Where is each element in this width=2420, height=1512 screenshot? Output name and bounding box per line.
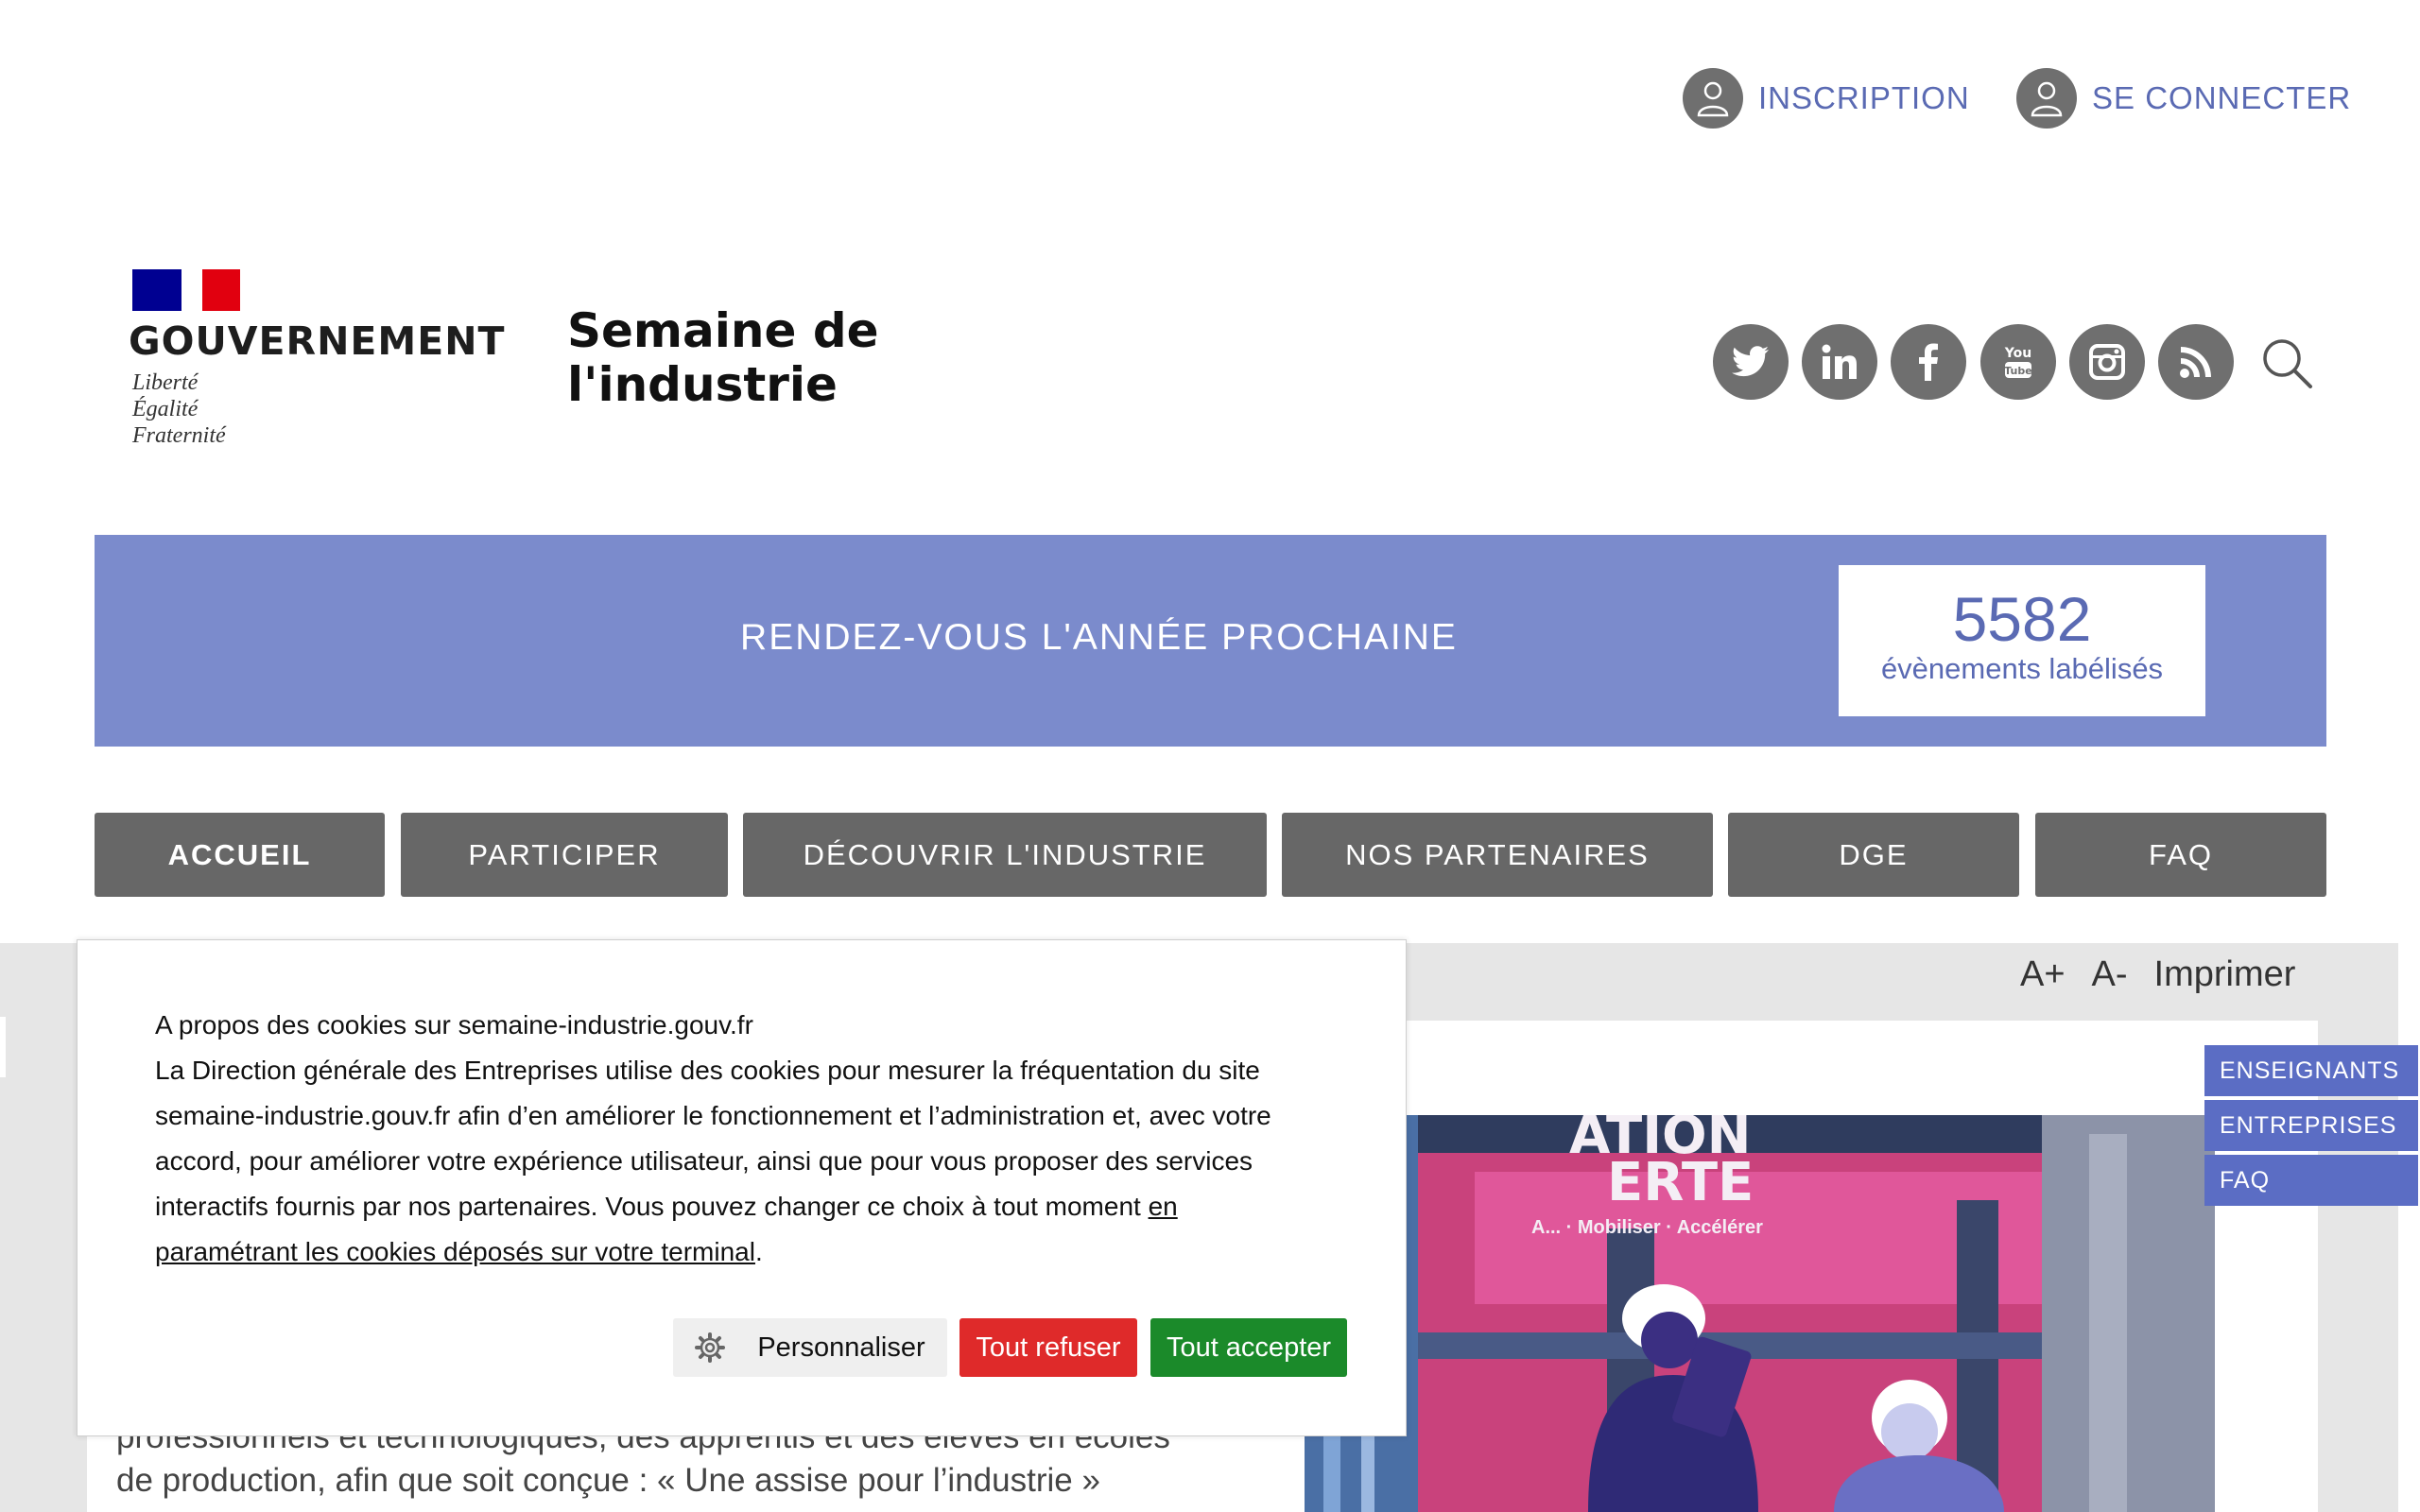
- user-icon: [1683, 68, 1743, 129]
- login-label: SE CONNECTER: [2092, 80, 2352, 115]
- customize-cookies-button[interactable]: Personnaliser: [673, 1318, 947, 1377]
- rss-icon[interactable]: [2158, 324, 2234, 400]
- site-title-line-1: Semaine de: [567, 303, 879, 358]
- logo-motto: Liberté Égalité Fraternité: [132, 369, 488, 449]
- youtube-icon[interactable]: You Tube: [1980, 324, 2056, 400]
- facebook-icon[interactable]: [1891, 324, 1966, 400]
- motto-fraternite: Fraternité: [132, 423, 226, 448]
- svg-text:You: You: [2004, 346, 2031, 361]
- refuse-all-button[interactable]: Tout refuser: [959, 1318, 1137, 1377]
- hero-image: ATION ERTE A... · Mobiliser · Accélérer: [1305, 1115, 2215, 1512]
- nav-dge[interactable]: DGE: [1728, 813, 2019, 897]
- decrease-font-button[interactable]: A-: [2092, 954, 2128, 995]
- gear-icon: [695, 1332, 726, 1363]
- accept-all-button[interactable]: Tout accepter: [1150, 1318, 1347, 1377]
- side-link-entreprises[interactable]: ENTREPRISES: [2204, 1100, 2418, 1151]
- inscription-link[interactable]: INSCRIPTION: [1683, 68, 1970, 129]
- site-title-line-2: l'industrie: [567, 357, 838, 412]
- nav-decouvrir-industrie[interactable]: DÉCOUVRIR L'INDUSTRIE: [743, 813, 1267, 897]
- cookie-heading: A propos des cookies sur semaine-industr…: [155, 1010, 753, 1040]
- page-tools: A+ A- Imprimer: [2020, 954, 2295, 995]
- customize-cookies-label: Personnaliser: [757, 1332, 925, 1363]
- announcement-banner: RENDEZ-VOUS L'ANNÉE PROCHAINE 5582 évène…: [95, 535, 2326, 747]
- page: INSCRIPTION SE CONNECTER GOUVERNEMENT Li…: [0, 0, 2420, 1512]
- cookie-text: A propos des cookies sur semaine-industr…: [155, 1003, 1327, 1275]
- logo-brand: GOUVERNEMENT: [129, 318, 506, 364]
- banner-text: RENDEZ-VOUS L'ANNÉE PROCHAINE: [740, 617, 1458, 658]
- twitter-icon[interactable]: [1713, 324, 1789, 400]
- inscription-label: INSCRIPTION: [1758, 80, 1970, 115]
- nav-participer[interactable]: PARTICIPER: [401, 813, 728, 897]
- svg-text:Tube: Tube: [2004, 365, 2031, 377]
- motto-egalite: Égalité: [132, 397, 199, 421]
- nav-faq[interactable]: FAQ: [2035, 813, 2326, 897]
- print-button[interactable]: Imprimer: [2154, 954, 2296, 995]
- side-link-faq[interactable]: FAQ: [2204, 1155, 2418, 1206]
- events-counter-value: 5582: [1952, 584, 2092, 654]
- left-edge-tab[interactable]: [0, 1017, 6, 1077]
- linkedin-icon[interactable]: [1802, 324, 1877, 400]
- nav-accueil[interactable]: ACCUEIL: [95, 813, 385, 897]
- poster-tagline: A... · Mobiliser · Accélérer: [1531, 1217, 1763, 1238]
- cookie-description: La Direction générale des Entreprises ut…: [155, 1056, 1271, 1221]
- increase-font-button[interactable]: A+: [2020, 954, 2066, 995]
- events-counter: 5582 évènements labélisés: [1839, 565, 2205, 716]
- cookie-consent-dialog: A propos des cookies sur semaine-industr…: [77, 939, 1407, 1436]
- cookie-end: .: [754, 1237, 763, 1266]
- instagram-icon[interactable]: [2069, 324, 2145, 400]
- site-title[interactable]: Semaine de l'industrie: [567, 304, 879, 412]
- search-icon[interactable]: [2259, 335, 2316, 392]
- gouvernement-logo[interactable]: GOUVERNEMENT Liberté Égalité Fraternité: [129, 269, 506, 458]
- intro-line-2: de production, afin que soit conçue : « …: [116, 1462, 1100, 1499]
- login-link[interactable]: SE CONNECTER: [2016, 68, 2351, 129]
- marianne-flag-icon: [132, 269, 242, 311]
- motto-liberte: Liberté: [132, 370, 199, 395]
- nav-partenaires[interactable]: NOS PARTENAIRES: [1282, 813, 1713, 897]
- events-counter-label: évènements labélisés: [1880, 652, 2164, 685]
- side-link-enseignants[interactable]: ENSEIGNANTS: [2204, 1045, 2418, 1096]
- user-icon: [2016, 68, 2077, 129]
- poster-title-line-2: ERTE: [1607, 1152, 1754, 1213]
